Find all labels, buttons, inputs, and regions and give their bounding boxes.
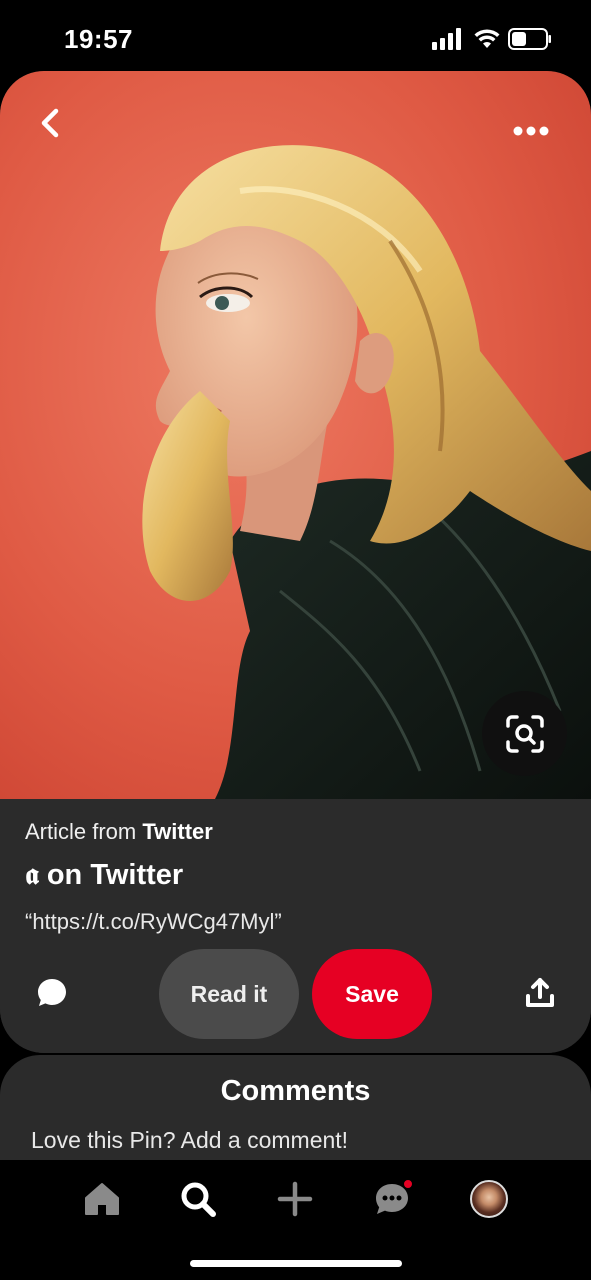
- pin-info: Article from Twitter 𝖆 on Twitter “https…: [0, 799, 591, 1053]
- comment-button[interactable]: [32, 973, 72, 1013]
- back-chevron-icon: [41, 108, 59, 138]
- more-options-button[interactable]: [506, 113, 556, 149]
- share-icon: [526, 978, 554, 1007]
- battery-icon: [508, 28, 551, 50]
- pin-title: 𝖆 on Twitter: [25, 859, 184, 891]
- read-it-button[interactable]: Read it: [159, 949, 299, 1039]
- comment-bubble-icon: [38, 979, 66, 1006]
- status-bar: 19:57: [0, 0, 591, 72]
- search-icon: [181, 1182, 216, 1217]
- pin-photo-illustration: [142, 145, 591, 799]
- status-time: 19:57: [64, 24, 133, 54]
- nav-search[interactable]: [173, 1174, 223, 1224]
- notification-dot: [402, 1178, 414, 1190]
- more-dots-icon: [513, 126, 549, 136]
- back-button[interactable]: [30, 101, 70, 145]
- pin-image[interactable]: [0, 71, 591, 799]
- visual-search-icon: [505, 714, 544, 753]
- cellular-signal-icon: [432, 28, 461, 50]
- source-name-link[interactable]: Twitter: [142, 819, 212, 844]
- share-button[interactable]: [520, 973, 560, 1013]
- nav-profile[interactable]: [464, 1174, 514, 1224]
- visual-search-button[interactable]: [482, 691, 567, 776]
- save-button[interactable]: Save: [312, 949, 432, 1039]
- add-comment-input[interactable]: Love this Pin? Add a comment!: [31, 1127, 348, 1154]
- source-prefix: Article from: [25, 819, 137, 844]
- nav-home[interactable]: [77, 1174, 127, 1224]
- wifi-icon: [474, 29, 500, 48]
- pin-source: Article from Twitter: [25, 819, 213, 845]
- avatar: [470, 1180, 508, 1218]
- nav-create[interactable]: [270, 1174, 320, 1224]
- pin-description: “https://t.co/RyWCg47Myl”: [25, 909, 282, 934]
- home-indicator[interactable]: [190, 1260, 402, 1267]
- home-icon: [85, 1183, 119, 1215]
- nav-messages[interactable]: [367, 1174, 417, 1224]
- pin-card: Article from Twitter 𝖆 on Twitter “https…: [0, 71, 591, 1053]
- plus-icon: [277, 1181, 313, 1217]
- comments-heading: Comments: [220, 1075, 371, 1107]
